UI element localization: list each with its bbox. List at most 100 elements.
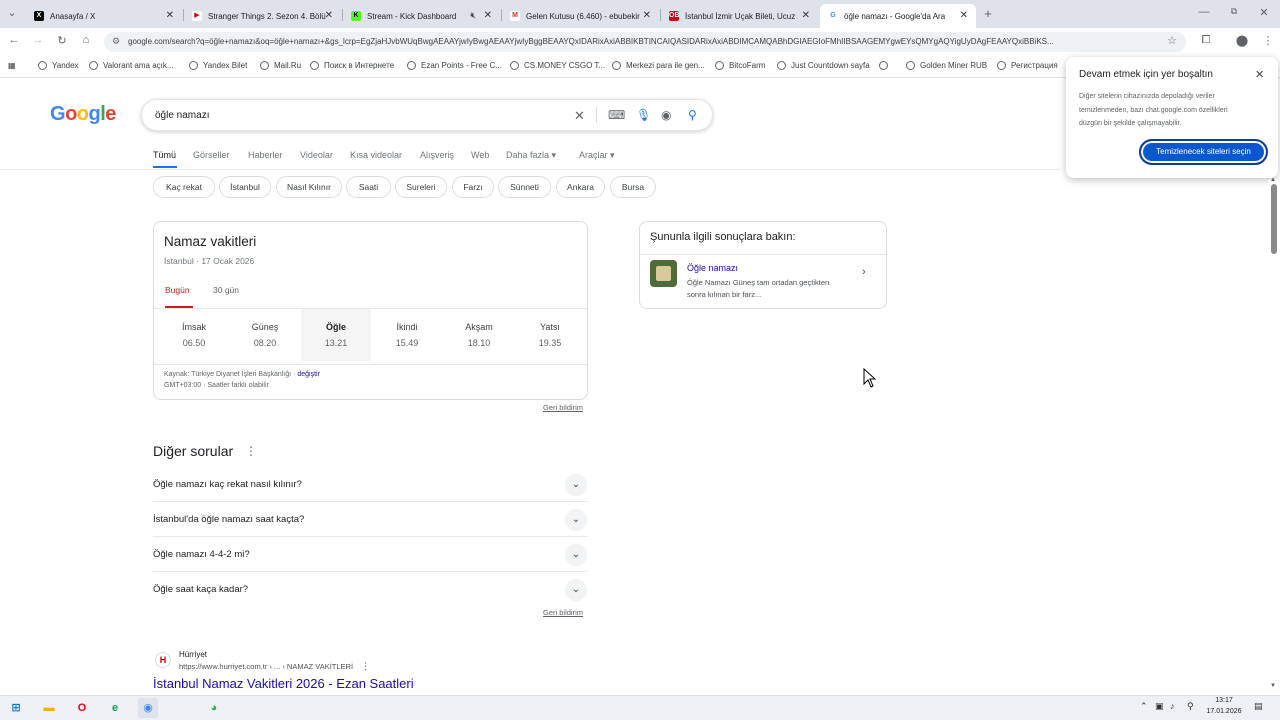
tab-search-chevron-icon[interactable]: ⌄: [4, 6, 20, 19]
search-icon[interactable]: ⚲: [688, 108, 697, 122]
tab-shopping[interactable]: Alışveriş: [420, 150, 454, 160]
tab-images[interactable]: Görseller: [193, 150, 230, 160]
clear-icon[interactable]: ✕: [574, 108, 585, 124]
opera-icon[interactable]: O: [72, 698, 92, 718]
chip-saati[interactable]: Saati: [346, 176, 391, 198]
restore-icon[interactable]: ⧉: [1226, 6, 1242, 17]
bookmark-item[interactable]: Valorant ama açık...: [89, 61, 174, 70]
address-bar[interactable]: ⚙ google.com/search?q=öğle+namazı&oq=öğl…: [104, 32, 1186, 52]
bookmark-item[interactable]: Merkezi para ile gen...: [612, 61, 705, 70]
minimize-icon[interactable]: —: [1196, 6, 1212, 18]
tab-gmail[interactable]: M Gelen Kutusu (6.460) - ebubekir ✕: [502, 4, 659, 28]
tab-all[interactable]: Tümü: [153, 150, 176, 160]
bookmark-item[interactable]: Just Countdown sayfa: [777, 61, 870, 70]
profile-icon[interactable]: ⬤: [1234, 34, 1250, 47]
chevron-right-icon[interactable]: ›: [862, 266, 866, 278]
paa-question[interactable]: Öğle saat kaça kadar? ⌄: [153, 572, 588, 607]
more-options-icon[interactable]: ⋮: [245, 444, 257, 458]
chip-farzi[interactable]: Farzı: [452, 176, 494, 198]
camera-lens-icon[interactable]: ◉: [661, 108, 671, 122]
chip-istanbul[interactable]: İstanbul: [219, 176, 271, 198]
chip-sunneti[interactable]: Sünneti: [498, 176, 551, 198]
tab-x[interactable]: X Anasayfa / X ✕: [26, 4, 182, 28]
close-icon[interactable]: ✕: [802, 10, 810, 21]
muted-speaker-icon[interactable]: 🔇︎: [470, 10, 476, 21]
scroll-up-icon[interactable]: ▲: [1270, 177, 1276, 183]
bookmark-item[interactable]: Регистрация: [997, 61, 1058, 70]
chevron-down-icon[interactable]: ⌄: [565, 579, 587, 601]
tab-today[interactable]: Bugün: [165, 285, 190, 295]
microphone-tray-icon[interactable]: ⚲: [1187, 701, 1194, 712]
apps-icon[interactable]: ▦: [8, 61, 16, 70]
bookmark-item[interactable]: [879, 61, 893, 70]
paa-question[interactable]: Öğle namazı 4-4-2 mi? ⌄: [153, 537, 588, 572]
bookmark-item[interactable]: Yandex Bilet: [189, 61, 247, 70]
bookmark-item[interactable]: Yandex: [38, 61, 79, 70]
google-logo[interactable]: Google: [50, 103, 116, 126]
paa-question[interactable]: İstanbul'da öğle namazı saat kaçta? ⌄: [153, 502, 588, 537]
home-icon[interactable]: ⌂: [78, 34, 94, 46]
chip-ankara[interactable]: Ankara: [556, 176, 605, 198]
tab-kick-dashboard[interactable]: K Stream - Kick Dashboard 🔇︎ ✕: [343, 4, 500, 28]
related-thumbnail[interactable]: [650, 260, 677, 287]
edge-icon[interactable]: e: [105, 698, 125, 718]
notifications-icon[interactable]: ▤: [1254, 701, 1263, 712]
back-icon[interactable]: ←: [6, 34, 22, 46]
tab-google-search[interactable]: G öğle namazı - Google'da Ara ✕: [820, 4, 976, 28]
extensions-icon[interactable]: ⧠: [1198, 34, 1214, 47]
file-explorer-icon[interactable]: ▬: [39, 698, 59, 718]
close-icon[interactable]: ✕: [1255, 68, 1264, 81]
scrollbar[interactable]: [1268, 180, 1280, 694]
clock-time[interactable]: 13:17: [1206, 697, 1242, 704]
microphone-icon[interactable]: 🎙︎: [636, 108, 651, 122]
tab-tools[interactable]: Araçlar ▾: [579, 150, 615, 161]
chrome-icon[interactable]: ◉: [138, 698, 158, 718]
choose-sites-button[interactable]: Temizlenecek siteleri seçin: [1139, 139, 1268, 165]
chevron-down-icon[interactable]: ⌄: [565, 509, 587, 531]
tab-news[interactable]: Haberler: [248, 150, 283, 160]
tab-web[interactable]: Web: [471, 150, 489, 160]
scroll-down-icon[interactable]: ▼: [1270, 683, 1276, 689]
scrollbar-thumb[interactable]: [1271, 184, 1277, 254]
bookmark-item[interactable]: Ezan Points - Free C...: [407, 61, 502, 70]
taskbar-app-icon[interactable]: [171, 698, 191, 718]
bookmark-item[interactable]: Mail.Ru: [260, 61, 301, 70]
related-link[interactable]: Öğle namazı: [687, 263, 738, 273]
tab-flight-tickets[interactable]: OB İstanbul İzmir Uçak Bileti, Ucuz ✕: [661, 4, 818, 28]
tab-30-days[interactable]: 30 gün: [213, 285, 239, 295]
forward-icon[interactable]: →: [30, 34, 46, 46]
change-location-link[interactable]: değiştir: [297, 371, 320, 378]
tab-stranger-things[interactable]: ▶ Stranger Things 2. Sezon 4. Bölü ✕: [184, 4, 341, 28]
clock-date[interactable]: 17.01.2026: [1204, 708, 1244, 715]
chevron-up-icon[interactable]: ⌃: [1140, 701, 1148, 712]
bookmark-item[interactable]: Golden Miner RUB: [906, 61, 987, 70]
new-tab-button[interactable]: +: [980, 6, 996, 21]
chip-bursa[interactable]: Bursa: [610, 176, 656, 198]
menu-icon[interactable]: ⋮: [1260, 34, 1276, 47]
bookmark-item[interactable]: BitcoFarm: [715, 61, 765, 70]
chip-kac-rekat[interactable]: Kaç rekat: [153, 176, 215, 198]
close-icon[interactable]: ✕: [643, 10, 651, 21]
paa-question[interactable]: Öğle namazı kaç rekat nasıl kılınır? ⌄: [153, 467, 588, 502]
window-close-icon[interactable]: ✕: [1256, 6, 1272, 19]
tab-videos[interactable]: Videolar: [300, 150, 333, 160]
chip-sureleri[interactable]: Sureleri: [395, 176, 447, 198]
chevron-down-icon[interactable]: ⌄: [565, 544, 587, 566]
reload-icon[interactable]: ↻: [54, 34, 70, 47]
search-box[interactable]: öğle namazı ✕ ⌨ 🎙︎ ◉ ⚲: [141, 99, 713, 131]
close-icon[interactable]: ✕: [166, 10, 174, 21]
site-info-icon[interactable]: ⚙: [112, 36, 120, 47]
keyboard-icon[interactable]: ⌨: [608, 108, 625, 122]
chevron-down-icon[interactable]: ⌄: [565, 474, 587, 496]
feedback-link[interactable]: Geri bildirim: [543, 608, 583, 617]
network-icon[interactable]: ▣: [1155, 701, 1164, 712]
bookmark-item[interactable]: CS.MONEY CSGO T...: [510, 61, 605, 70]
discord-icon[interactable]: ◕: [204, 698, 224, 718]
close-icon[interactable]: ✕: [325, 10, 333, 21]
more-options-icon[interactable]: ⋮: [361, 661, 370, 671]
close-icon[interactable]: ✕: [960, 10, 968, 21]
chip-nasil-kilinir[interactable]: Nasıl Kılınır: [276, 176, 342, 198]
speaker-icon[interactable]: ♪: [1170, 701, 1175, 711]
bookmark-star-icon[interactable]: ☆: [1164, 34, 1180, 47]
feedback-link[interactable]: Geri bildirim: [543, 403, 583, 412]
